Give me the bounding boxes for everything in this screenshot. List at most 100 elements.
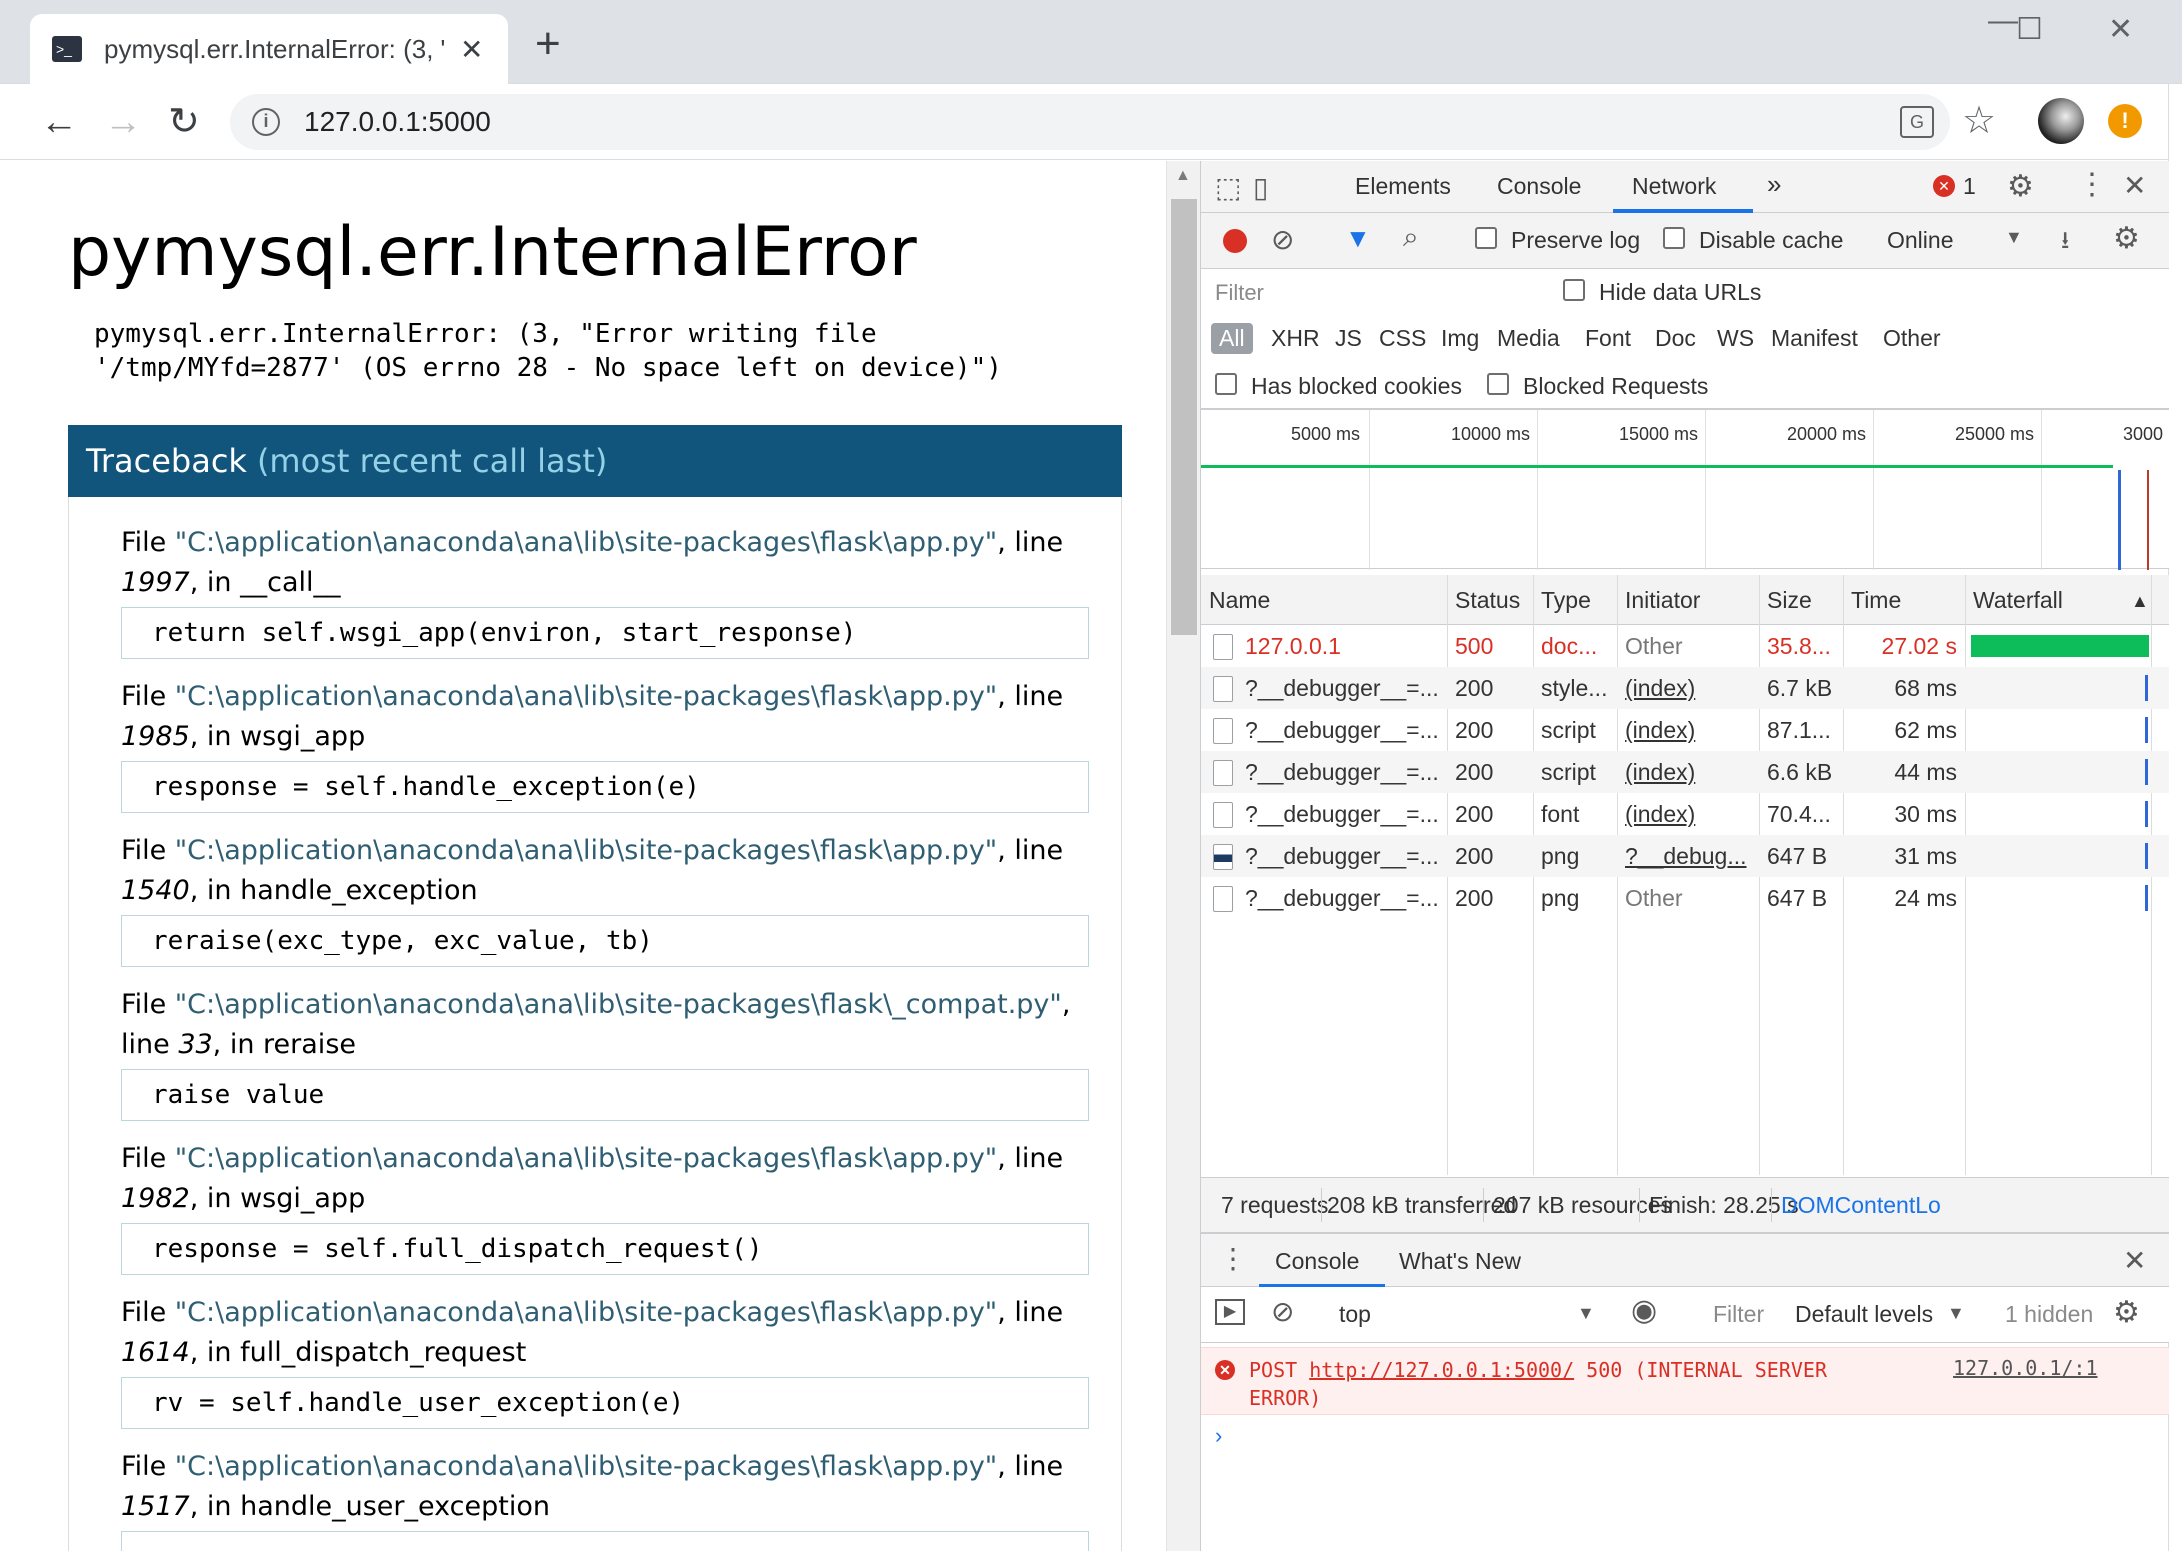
log-levels-select[interactable]: Default levels [1795, 1301, 1933, 1328]
console-prompt[interactable]: › [1215, 1423, 1222, 1449]
drawer-tab-whats-new[interactable]: What's New [1399, 1248, 1521, 1275]
context-selector[interactable]: top [1339, 1301, 1371, 1328]
frame-source-line[interactable]: return self.wsgi_app(environ, start_resp… [121, 607, 1089, 659]
import-har-icon[interactable]: ⭳ [2061, 223, 2069, 264]
request-initiator[interactable]: (index) [1625, 801, 1753, 828]
traceback-frame[interactable]: File "C:\application\anaconda\ana\lib\si… [121, 1293, 1101, 1429]
new-tab-button[interactable]: + [535, 22, 561, 66]
traceback-frame[interactable]: File "C:\application\anaconda\ana\lib\si… [121, 1139, 1101, 1275]
frame-source-line[interactable] [121, 1531, 1089, 1551]
live-expression-eye-icon[interactable]: ◉ [1631, 1293, 1657, 1328]
type-filter-all[interactable]: All [1211, 323, 1253, 354]
browser-tab[interactable]: >_ pymysql.err.InternalError: (3, "Erro … [30, 14, 508, 84]
sidebar-toggle-icon[interactable]: ▶ [1215, 1299, 1245, 1325]
search-icon[interactable]: ⌕ [1403, 221, 1419, 254]
minimize-button[interactable]: — [1988, 4, 2018, 38]
error-source-link[interactable]: 127.0.0.1/:1 [1953, 1356, 2098, 1380]
preserve-log-checkbox[interactable] [1475, 227, 1497, 249]
close-window-button[interactable]: ✕ [2108, 12, 2133, 47]
console-settings-gear-icon[interactable]: ⚙ [2113, 1295, 2140, 1330]
translate-icon[interactable]: G [1900, 106, 1934, 138]
close-drawer-icon[interactable]: ✕ [2123, 1244, 2146, 1277]
scroll-up-icon[interactable]: ▲ [1175, 167, 1191, 185]
type-filter-js[interactable]: JS [1335, 325, 1362, 352]
column-header-name[interactable]: Name [1209, 587, 1270, 614]
back-arrow-icon[interactable]: ← [40, 96, 78, 148]
request-initiator[interactable]: (index) [1625, 759, 1753, 786]
type-filter-css[interactable]: CSS [1379, 325, 1426, 352]
type-filter-img[interactable]: Img [1441, 325, 1479, 352]
error-count[interactable]: 1 [1963, 173, 1976, 200]
type-filter-other[interactable]: Other [1883, 325, 1941, 352]
type-filter-ws[interactable]: WS [1717, 325, 1754, 352]
request-initiator[interactable]: (index) [1625, 675, 1753, 702]
table-row[interactable]: ?__debugger__=... 200 script (index) 6.6 kB 4… [1201, 751, 2169, 793]
frame-source-line[interactable]: response = self.handle_exception(e) [121, 761, 1089, 813]
drawer-tab-console[interactable]: Console [1275, 1248, 1359, 1275]
info-icon[interactable]: i [252, 108, 280, 136]
column-header-initiator[interactable]: Initiator [1625, 587, 1700, 614]
forward-arrow-icon[interactable]: → [104, 96, 142, 148]
type-filter-font[interactable]: Font [1585, 325, 1631, 352]
frame-source-line[interactable]: reraise(exc_type, exc_value, tb) [121, 915, 1089, 967]
throttling-dropdown-icon[interactable]: ▼ [2005, 227, 2023, 248]
device-toolbar-icon[interactable]: ▯ [1253, 171, 1268, 204]
network-settings-gear-icon[interactable]: ⚙ [2113, 221, 2140, 256]
filter-funnel-icon[interactable]: ▼ [1345, 223, 1371, 254]
kebab-menu-icon[interactable]: ⋮ [2077, 167, 2107, 202]
bookmark-star-icon[interactable]: ☆ [1962, 98, 1996, 143]
tab-console[interactable]: Console [1497, 173, 1581, 200]
table-row[interactable]: ?__debugger__=... 200 style... (index) 6.7 k… [1201, 667, 2169, 709]
close-devtools-icon[interactable]: ✕ [2123, 169, 2146, 202]
type-filter-manifest[interactable]: Manifest [1771, 325, 1858, 352]
frame-source-line[interactable]: response = self.full_dispatch_request() [121, 1223, 1089, 1275]
error-url-link[interactable]: http://127.0.0.1:5000/ [1309, 1358, 1574, 1382]
frame-source-line[interactable]: rv = self.handle_user_exception(e) [121, 1377, 1089, 1429]
traceback-frame[interactable]: File "C:\application\anaconda\ana\lib\si… [121, 1447, 1101, 1551]
frame-source-line[interactable]: raise value [121, 1069, 1089, 1121]
inspect-element-icon[interactable]: ⬚ [1215, 171, 1241, 204]
type-filter-media[interactable]: Media [1497, 325, 1560, 352]
console-filter-input[interactable]: Filter [1713, 1301, 1764, 1328]
request-initiator[interactable]: ?__debug... [1625, 843, 1753, 870]
address-bar[interactable]: i 127.0.0.1:5000 [230, 94, 1950, 150]
type-filter-xhr[interactable]: XHR [1271, 325, 1320, 352]
url-text[interactable]: 127.0.0.1:5000 [304, 106, 491, 138]
sort-ascending-icon[interactable]: ▲ [2131, 591, 2149, 612]
update-alert-icon[interactable]: ! [2108, 104, 2142, 138]
column-header-type[interactable]: Type [1541, 587, 1591, 614]
traceback-frame[interactable]: File "C:\application\anaconda\ana\lib\si… [121, 985, 1101, 1121]
table-row[interactable]: ?__debugger__=... 200 png Other 647 B 24 ms [1201, 877, 2169, 919]
close-tab-icon[interactable]: ✕ [460, 33, 483, 66]
page-scrollbar[interactable]: ▲ [1166, 161, 1200, 1551]
column-header-status[interactable]: Status [1455, 587, 1520, 614]
hide-data-urls-checkbox[interactable] [1563, 279, 1585, 301]
tab-network[interactable]: Network [1632, 173, 1716, 200]
table-row[interactable]: 127.0.0.1 500 doc... Other 35.8... 27.02 s [1201, 625, 2169, 667]
traceback-frame[interactable]: File "C:\application\anaconda\ana\lib\si… [121, 523, 1101, 659]
network-filter-input[interactable]: Filter [1207, 275, 1533, 311]
settings-gear-icon[interactable]: ⚙ [2007, 169, 2034, 204]
table-row[interactable]: ?__debugger__=... 200 font (index) 70.4... 30… [1201, 793, 2169, 835]
reload-icon[interactable]: ↻ [168, 96, 200, 148]
more-tabs-icon[interactable]: » [1767, 169, 1781, 200]
disable-cache-checkbox[interactable] [1663, 227, 1685, 249]
request-initiator[interactable]: (index) [1625, 717, 1753, 744]
type-filter-doc[interactable]: Doc [1655, 325, 1696, 352]
maximize-button[interactable]: ☐ [2016, 12, 2043, 47]
clear-console-icon[interactable]: ⊘ [1271, 1295, 1294, 1328]
scrollbar-thumb[interactable] [1171, 199, 1197, 635]
blocked-requests-checkbox[interactable] [1487, 373, 1509, 395]
traceback-frame[interactable]: File "C:\application\anaconda\ana\lib\si… [121, 831, 1101, 967]
network-overview-timeline[interactable]: 5000 ms 10000 ms 15000 ms 20000 ms 25000… [1201, 409, 2169, 570]
table-row[interactable]: ?__debugger__=... 200 script (index) 87.1...… [1201, 709, 2169, 751]
drawer-menu-icon[interactable]: ⋮ [1219, 1242, 1247, 1275]
throttling-select[interactable]: Online [1887, 227, 1953, 254]
traceback-frame[interactable]: File "C:\application\anaconda\ana\lib\si… [121, 677, 1101, 813]
column-header-size[interactable]: Size [1767, 587, 1812, 614]
column-header-waterfall[interactable]: Waterfall [1973, 587, 2063, 614]
record-button[interactable] [1223, 229, 1247, 253]
column-header-time[interactable]: Time [1851, 587, 1901, 614]
profile-avatar[interactable] [2038, 98, 2084, 144]
has-blocked-cookies-checkbox[interactable] [1215, 373, 1237, 395]
